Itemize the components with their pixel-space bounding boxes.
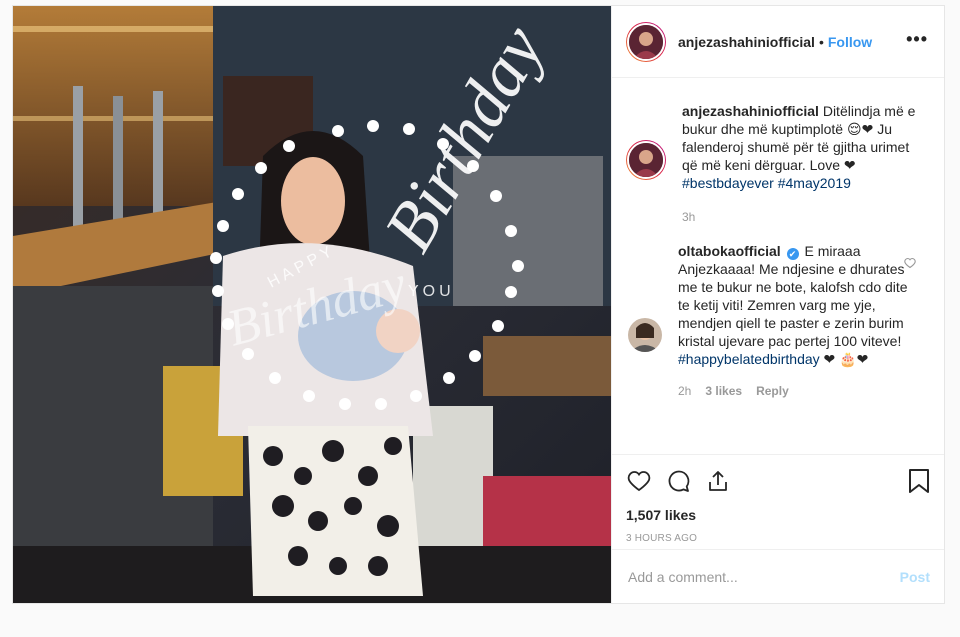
comment-body: oltabokaofficial ✔ E miraaa Anjezkaaaa! … xyxy=(678,242,908,400)
photo-illustration: HAPPY Birthday Birthday YOU xyxy=(13,6,611,603)
post-side-panel: anjezashahiniofficial • Follow ••• anjez… xyxy=(611,6,944,603)
caption-meta: 3h xyxy=(682,208,928,226)
comment-time[interactable]: 2h xyxy=(678,382,691,400)
caption-avatar-ring xyxy=(626,140,666,180)
comment-meta: 2h 3 likes Reply xyxy=(678,382,908,400)
hashtag-link[interactable]: #happybelatedbirthday xyxy=(678,351,820,367)
more-options-icon[interactable]: ••• xyxy=(906,30,928,48)
comment-input[interactable] xyxy=(626,567,900,586)
like-comment-heart-icon[interactable] xyxy=(904,256,916,272)
reply-button[interactable]: Reply xyxy=(756,382,789,400)
caption-comment: anjezashahiniofficial Ditëlindja më e bu… xyxy=(612,102,944,226)
caption-username-link[interactable]: anjezashahiniofficial xyxy=(682,103,819,119)
author-username-link[interactable]: anjezashahiniofficial xyxy=(678,34,815,50)
verified-badge-icon: ✔ xyxy=(786,248,799,260)
caption-body: anjezashahiniofficial Ditëlindja më e bu… xyxy=(682,102,928,226)
author-avatar[interactable] xyxy=(626,21,666,62)
caption-time[interactable]: 3h xyxy=(682,208,695,226)
post-timestamp[interactable]: 3 HOURS AGO xyxy=(626,533,930,544)
overlay-you-text: YOU xyxy=(408,283,455,300)
save-bookmark-icon[interactable] xyxy=(908,468,930,497)
instagram-post: HAPPY Birthday Birthday YOU anjezashahin… xyxy=(12,5,945,604)
post-photo[interactable]: HAPPY Birthday Birthday YOU xyxy=(13,6,611,603)
hashtag-link[interactable]: #bestbdayever xyxy=(682,175,774,191)
hashtag-link[interactable]: #4may2019 xyxy=(778,175,851,191)
comment-bubble-icon[interactable] xyxy=(666,469,692,493)
like-heart-icon[interactable] xyxy=(626,469,652,493)
avatar-image xyxy=(627,22,665,61)
comment-suffix: ❤ 🎂❤ xyxy=(819,351,869,367)
post-comment-button[interactable]: Post xyxy=(900,569,930,585)
commenter-avatar[interactable] xyxy=(628,318,662,400)
comments-list: anjezashahiniofficial Ditëlindja më e bu… xyxy=(612,78,944,454)
separator-dot: • xyxy=(818,33,824,50)
action-icons xyxy=(626,455,930,507)
likes-count[interactable]: 1,507 likes xyxy=(626,507,930,523)
caption-avatar[interactable] xyxy=(626,140,666,226)
add-comment-bar: Post xyxy=(612,549,944,603)
follow-button[interactable]: Follow xyxy=(828,34,872,50)
caption-avatar-image xyxy=(627,141,665,179)
comment-likes-link[interactable]: 3 likes xyxy=(705,382,742,400)
share-upload-icon[interactable] xyxy=(706,469,730,493)
post-actions: 1,507 likes 3 HOURS AGO xyxy=(612,454,944,549)
commenter-username-link[interactable]: oltabokaofficial xyxy=(678,243,781,259)
comment-item: oltabokaofficial ✔ E miraaa Anjezkaaaa! … xyxy=(612,242,944,400)
post-header: anjezashahiniofficial • Follow ••• xyxy=(612,6,944,78)
